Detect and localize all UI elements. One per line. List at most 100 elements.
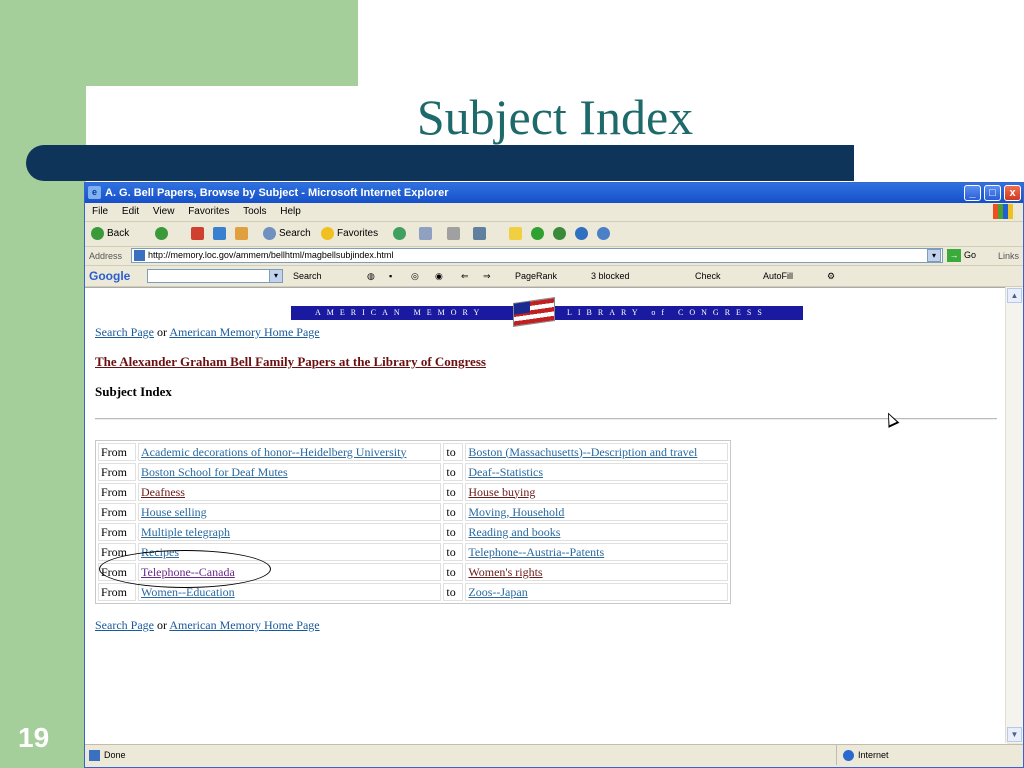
edit-button[interactable] xyxy=(473,222,489,246)
to-link-text[interactable]: Moving, Household xyxy=(468,505,564,519)
search-label: Search xyxy=(279,228,311,239)
from-link: Boston School for Deaf Mutes xyxy=(138,463,442,481)
from-link-text[interactable]: Deafness xyxy=(141,485,185,499)
home-button[interactable] xyxy=(235,222,251,246)
status-bar: Done Internet xyxy=(85,744,1023,767)
to-link-text[interactable]: Deaf--Statistics xyxy=(468,465,543,479)
to-link-text[interactable]: Zoos--Japan xyxy=(468,585,527,599)
google-dropdown-icon[interactable]: ▾ xyxy=(269,269,283,283)
to-link: Women's rights xyxy=(465,563,728,581)
stop-button[interactable] xyxy=(191,222,207,246)
to-label: to xyxy=(443,543,464,561)
research-icon xyxy=(553,226,566,240)
google-highlight-icon[interactable]: ◉ xyxy=(435,266,443,286)
google-pagerank-meter[interactable]: PageRank xyxy=(515,266,557,286)
browser-window: e A. G. Bell Papers, Browse by Subject -… xyxy=(84,182,1024,768)
autofill-button[interactable]: AutoFill xyxy=(763,266,793,286)
from-label: From xyxy=(98,583,136,601)
scroll-up-icon[interactable]: ▲ xyxy=(1007,288,1022,303)
search-page-link[interactable]: Search Page xyxy=(95,618,154,632)
american-memory-home-link[interactable]: American Memory Home Page xyxy=(169,618,319,632)
google-options-icon[interactable]: ⚙ xyxy=(827,266,835,286)
to-link-text[interactable]: Women's rights xyxy=(468,565,542,579)
back-button[interactable]: Back xyxy=(91,222,129,246)
discuss-button[interactable] xyxy=(509,222,525,246)
go-button[interactable]: → Go xyxy=(947,248,979,263)
refresh-button[interactable] xyxy=(213,222,229,246)
popup-blocker-button[interactable]: 3 blocked xyxy=(591,266,630,286)
ie-icon: e xyxy=(88,186,101,199)
stop-icon xyxy=(191,226,204,240)
history-button[interactable] xyxy=(393,222,409,246)
links-label[interactable]: Links xyxy=(998,247,1019,265)
menu-file[interactable]: File xyxy=(92,206,108,217)
address-input[interactable]: http://memory.loc.gov/ammem/bellhtml/mag… xyxy=(131,248,943,263)
print-button[interactable] xyxy=(447,222,463,246)
google-search-button[interactable]: Search xyxy=(293,266,322,286)
menu-edit[interactable]: Edit xyxy=(122,206,139,217)
check-label: Check xyxy=(695,271,721,281)
to-link-text[interactable]: Reading and books xyxy=(468,525,560,539)
restore-button[interactable]: □ xyxy=(984,185,1001,201)
from-link: Multiple telegraph xyxy=(138,523,442,541)
google-up-icon[interactable]: ⇐ xyxy=(461,266,469,286)
forward-button[interactable] xyxy=(155,222,171,246)
from-link: House selling xyxy=(138,503,442,521)
to-label: to xyxy=(443,583,464,601)
american-memory-home-link[interactable]: American Memory Home Page xyxy=(169,325,319,339)
american-memory-banner[interactable]: AMERICAN MEMORY LIBRARY of CONGRESS xyxy=(291,297,803,327)
google-next-icon[interactable]: ⇒ xyxy=(483,266,491,286)
to-link-text[interactable]: Telephone--Austria--Patents xyxy=(468,545,604,559)
collection-heading-link[interactable]: The Alexander Graham Bell Family Papers … xyxy=(95,354,486,370)
slide-green-header-block xyxy=(0,0,358,86)
to-link-text[interactable]: House buying xyxy=(468,485,535,499)
from-link-text[interactable]: Boston School for Deaf Mutes xyxy=(141,465,288,479)
go-label: Go xyxy=(964,250,977,260)
top-nav: Search Page or American Memory Home Page xyxy=(95,325,320,340)
mouse-cursor-icon xyxy=(882,410,900,428)
research-button[interactable] xyxy=(553,222,569,246)
to-link: Telephone--Austria--Patents xyxy=(465,543,728,561)
standard-toolbar: Back Search Favorites xyxy=(85,222,1023,247)
window-titlebar[interactable]: e A. G. Bell Papers, Browse by Subject -… xyxy=(85,183,1023,203)
banner-right-text: LIBRARY of CONGRESS xyxy=(567,308,768,317)
google-site-icon[interactable]: ▪ xyxy=(389,266,392,286)
to-label: to xyxy=(443,443,464,461)
to-link-text[interactable]: Boston (Massachusetts)--Description and … xyxy=(468,445,697,459)
page-icon xyxy=(134,250,145,261)
menu-tools[interactable]: Tools xyxy=(243,206,266,217)
google-search-input[interactable] xyxy=(147,269,283,283)
google-toolbar: Google ▾ Search ◍ ▪ ◎ ◉ ⇐ ⇒ PageRank 3 b… xyxy=(85,266,1023,287)
tool-button[interactable] xyxy=(597,222,613,246)
from-link-text[interactable]: House selling xyxy=(141,505,207,519)
from-label: From xyxy=(98,523,136,541)
page-done-icon xyxy=(89,750,100,762)
from-link-text[interactable]: Academic decorations of honor--Heidelber… xyxy=(141,445,406,459)
google-info-icon[interactable]: ◎ xyxy=(411,266,419,286)
menu-favorites[interactable]: Favorites xyxy=(188,206,229,217)
vertical-scrollbar[interactable]: ▲ ▼ xyxy=(1005,287,1023,743)
zoom-button[interactable] xyxy=(575,222,591,246)
mail-button[interactable] xyxy=(419,222,435,246)
google-logo[interactable]: Google xyxy=(89,266,130,286)
search-button[interactable]: Search xyxy=(263,222,311,246)
banner-left-text: AMERICAN MEMORY xyxy=(315,308,486,317)
search-page-link[interactable]: Search Page xyxy=(95,325,154,339)
minimize-button[interactable]: _ xyxy=(964,185,981,201)
horizontal-rule xyxy=(95,418,997,420)
spell-check-button[interactable]: Check xyxy=(695,266,721,286)
address-url: http://memory.loc.gov/ammem/bellhtml/mag… xyxy=(148,250,394,260)
home-icon xyxy=(235,226,248,240)
messenger-button[interactable] xyxy=(531,222,547,246)
to-label: to xyxy=(443,563,464,581)
menu-view[interactable]: View xyxy=(153,206,175,217)
address-dropdown-icon[interactable]: ▾ xyxy=(927,249,941,262)
bottom-nav: Search Page or American Memory Home Page xyxy=(95,618,320,633)
google-news-icon[interactable]: ◍ xyxy=(367,266,375,286)
slide-number: 19 xyxy=(18,722,50,753)
scroll-down-icon[interactable]: ▼ xyxy=(1007,727,1022,742)
favorites-button[interactable]: Favorites xyxy=(321,222,378,246)
menu-help[interactable]: Help xyxy=(280,206,301,217)
close-button[interactable]: x xyxy=(1004,185,1021,201)
from-link-text[interactable]: Multiple telegraph xyxy=(141,525,230,539)
